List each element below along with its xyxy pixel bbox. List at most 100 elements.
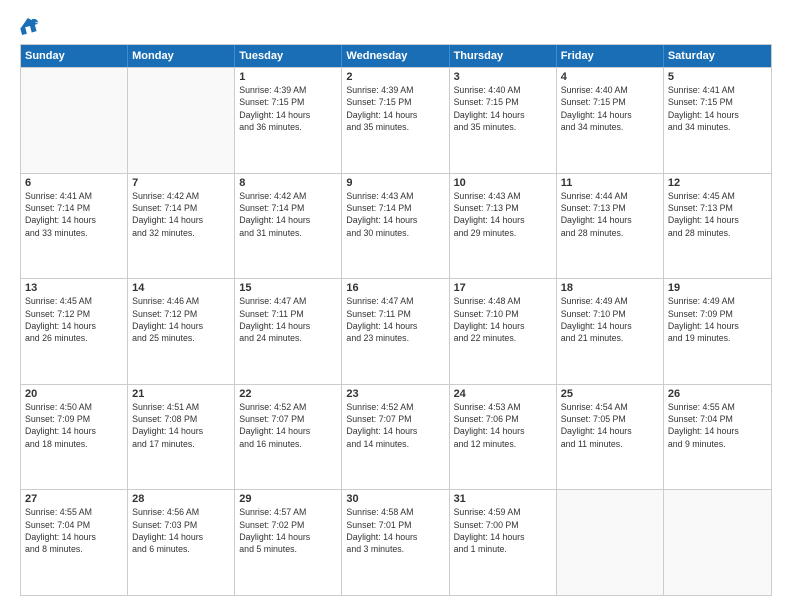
day-number: 2 (346, 71, 444, 83)
calendar-body: 1 Sunrise: 4:39 AM Sunset: 7:15 PM Daylig… (21, 67, 771, 595)
day-number: 31 (454, 493, 552, 505)
day-number: 11 (561, 177, 659, 189)
day-number: 8 (239, 177, 337, 189)
calendar-cell: 22Sunrise: 4:52 AM Sunset: 7:07 PM Dayli… (235, 385, 342, 490)
cell-info: Sunrise: 4:50 AM Sunset: 7:09 PM Dayligh… (25, 401, 123, 450)
cell-info: Sunrise: 4:40 AM Sunset: 7:15 PM Dayligh… (454, 84, 552, 133)
calendar-cell: 7Sunrise: 4:42 AM Sunset: 7:14 PM Daylig… (128, 174, 235, 279)
cell-info: Sunrise: 4:48 AM Sunset: 7:10 PM Dayligh… (454, 295, 552, 344)
calendar-cell: 25Sunrise: 4:54 AM Sunset: 7:05 PM Dayli… (557, 385, 664, 490)
calendar-header-cell: Thursday (450, 45, 557, 67)
calendar-header-cell: Friday (557, 45, 664, 67)
cell-info: Sunrise: 4:55 AM Sunset: 7:04 PM Dayligh… (668, 401, 767, 450)
cell-info: Sunrise: 4:52 AM Sunset: 7:07 PM Dayligh… (346, 401, 444, 450)
cell-info: Sunrise: 4:56 AM Sunset: 7:03 PM Dayligh… (132, 506, 230, 555)
cell-info: Sunrise: 4:47 AM Sunset: 7:11 PM Dayligh… (346, 295, 444, 344)
cell-info: Sunrise: 4:42 AM Sunset: 7:14 PM Dayligh… (239, 190, 337, 239)
day-number: 9 (346, 177, 444, 189)
calendar-cell: 19Sunrise: 4:49 AM Sunset: 7:09 PM Dayli… (664, 279, 771, 384)
cell-info: Sunrise: 4:41 AM Sunset: 7:15 PM Dayligh… (668, 84, 767, 133)
calendar-row: 6Sunrise: 4:41 AM Sunset: 7:14 PM Daylig… (21, 173, 771, 279)
cell-info: Sunrise: 4:57 AM Sunset: 7:02 PM Dayligh… (239, 506, 337, 555)
calendar-header-cell: Tuesday (235, 45, 342, 67)
header (20, 16, 772, 36)
day-number: 26 (668, 388, 767, 400)
cell-info: Sunrise: 4:51 AM Sunset: 7:08 PM Dayligh… (132, 401, 230, 450)
day-number: 16 (346, 282, 444, 294)
calendar-cell: 31Sunrise: 4:59 AM Sunset: 7:00 PM Dayli… (450, 490, 557, 595)
calendar-cell: 30Sunrise: 4:58 AM Sunset: 7:01 PM Dayli… (342, 490, 449, 595)
cell-info: Sunrise: 4:41 AM Sunset: 7:14 PM Dayligh… (25, 190, 123, 239)
cell-info: Sunrise: 4:58 AM Sunset: 7:01 PM Dayligh… (346, 506, 444, 555)
cell-info: Sunrise: 4:45 AM Sunset: 7:12 PM Dayligh… (25, 295, 123, 344)
calendar-cell: 21Sunrise: 4:51 AM Sunset: 7:08 PM Dayli… (128, 385, 235, 490)
calendar-header: SundayMondayTuesdayWednesdayThursdayFrid… (21, 45, 771, 67)
day-number: 14 (132, 282, 230, 294)
cell-info: Sunrise: 4:42 AM Sunset: 7:14 PM Dayligh… (132, 190, 230, 239)
calendar-cell: 10Sunrise: 4:43 AM Sunset: 7:13 PM Dayli… (450, 174, 557, 279)
calendar-cell: 15Sunrise: 4:47 AM Sunset: 7:11 PM Dayli… (235, 279, 342, 384)
day-number: 29 (239, 493, 337, 505)
day-number: 25 (561, 388, 659, 400)
cell-info: Sunrise: 4:40 AM Sunset: 7:15 PM Dayligh… (561, 84, 659, 133)
calendar-cell: 11Sunrise: 4:44 AM Sunset: 7:13 PM Dayli… (557, 174, 664, 279)
calendar-cell: 8Sunrise: 4:42 AM Sunset: 7:14 PM Daylig… (235, 174, 342, 279)
cell-info: Sunrise: 4:53 AM Sunset: 7:06 PM Dayligh… (454, 401, 552, 450)
cell-info: Sunrise: 4:46 AM Sunset: 7:12 PM Dayligh… (132, 295, 230, 344)
day-number: 7 (132, 177, 230, 189)
day-number: 24 (454, 388, 552, 400)
cell-info: Sunrise: 4:49 AM Sunset: 7:10 PM Dayligh… (561, 295, 659, 344)
cell-info: Sunrise: 4:39 AM Sunset: 7:15 PM Dayligh… (346, 84, 444, 133)
calendar-header-cell: Monday (128, 45, 235, 67)
day-number: 6 (25, 177, 123, 189)
cell-info: Sunrise: 4:43 AM Sunset: 7:14 PM Dayligh… (346, 190, 444, 239)
calendar-cell: 14Sunrise: 4:46 AM Sunset: 7:12 PM Dayli… (128, 279, 235, 384)
cell-info: Sunrise: 4:49 AM Sunset: 7:09 PM Dayligh… (668, 295, 767, 344)
day-number: 4 (561, 71, 659, 83)
calendar-cell: 17Sunrise: 4:48 AM Sunset: 7:10 PM Dayli… (450, 279, 557, 384)
day-number: 23 (346, 388, 444, 400)
calendar-cell: 18Sunrise: 4:49 AM Sunset: 7:10 PM Dayli… (557, 279, 664, 384)
day-number: 18 (561, 282, 659, 294)
cell-info: Sunrise: 4:43 AM Sunset: 7:13 PM Dayligh… (454, 190, 552, 239)
calendar-header-cell: Sunday (21, 45, 128, 67)
logo-icon (20, 16, 40, 36)
day-number: 1 (239, 71, 337, 83)
calendar-header-cell: Wednesday (342, 45, 449, 67)
calendar-cell (664, 490, 771, 595)
day-number: 22 (239, 388, 337, 400)
calendar-cell: 24Sunrise: 4:53 AM Sunset: 7:06 PM Dayli… (450, 385, 557, 490)
calendar-cell: 13Sunrise: 4:45 AM Sunset: 7:12 PM Dayli… (21, 279, 128, 384)
day-number: 20 (25, 388, 123, 400)
day-number: 10 (454, 177, 552, 189)
day-number: 5 (668, 71, 767, 83)
calendar-cell: 12Sunrise: 4:45 AM Sunset: 7:13 PM Dayli… (664, 174, 771, 279)
logo (20, 16, 44, 36)
calendar-cell: 29Sunrise: 4:57 AM Sunset: 7:02 PM Dayli… (235, 490, 342, 595)
day-number: 30 (346, 493, 444, 505)
cell-info: Sunrise: 4:47 AM Sunset: 7:11 PM Dayligh… (239, 295, 337, 344)
calendar-cell: 9Sunrise: 4:43 AM Sunset: 7:14 PM Daylig… (342, 174, 449, 279)
cell-info: Sunrise: 4:52 AM Sunset: 7:07 PM Dayligh… (239, 401, 337, 450)
day-number: 27 (25, 493, 123, 505)
day-number: 15 (239, 282, 337, 294)
cell-info: Sunrise: 4:59 AM Sunset: 7:00 PM Dayligh… (454, 506, 552, 555)
day-number: 17 (454, 282, 552, 294)
calendar-cell: 27Sunrise: 4:55 AM Sunset: 7:04 PM Dayli… (21, 490, 128, 595)
day-number: 12 (668, 177, 767, 189)
calendar-cell: 26Sunrise: 4:55 AM Sunset: 7:04 PM Dayli… (664, 385, 771, 490)
calendar-header-cell: Saturday (664, 45, 771, 67)
calendar: SundayMondayTuesdayWednesdayThursdayFrid… (20, 44, 772, 596)
calendar-cell (557, 490, 664, 595)
calendar-cell: 20Sunrise: 4:50 AM Sunset: 7:09 PM Dayli… (21, 385, 128, 490)
calendar-cell: 6Sunrise: 4:41 AM Sunset: 7:14 PM Daylig… (21, 174, 128, 279)
calendar-cell: 5Sunrise: 4:41 AM Sunset: 7:15 PM Daylig… (664, 68, 771, 173)
day-number: 21 (132, 388, 230, 400)
page: SundayMondayTuesdayWednesdayThursdayFrid… (0, 0, 792, 612)
calendar-cell (21, 68, 128, 173)
calendar-cell: 28Sunrise: 4:56 AM Sunset: 7:03 PM Dayli… (128, 490, 235, 595)
calendar-row: 27Sunrise: 4:55 AM Sunset: 7:04 PM Dayli… (21, 489, 771, 595)
calendar-cell (128, 68, 235, 173)
calendar-cell: 3Sunrise: 4:40 AM Sunset: 7:15 PM Daylig… (450, 68, 557, 173)
calendar-cell: 1Sunrise: 4:39 AM Sunset: 7:15 PM Daylig… (235, 68, 342, 173)
